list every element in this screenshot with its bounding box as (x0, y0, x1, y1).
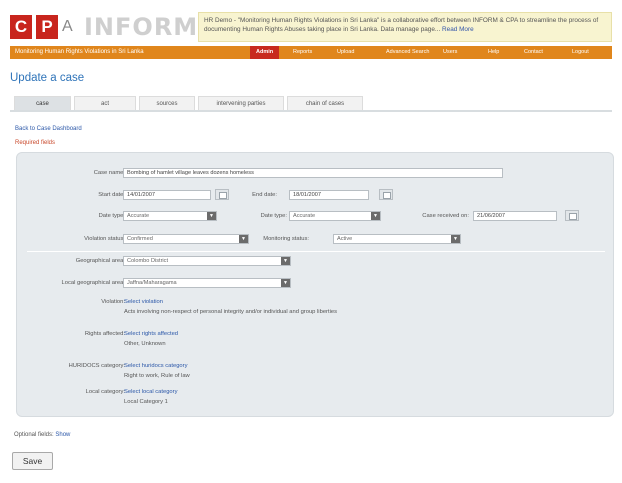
violation-status-value: Confirmed (127, 236, 153, 242)
tab-act[interactable]: act (74, 96, 136, 111)
nav-item-admin[interactable]: Admin (250, 46, 280, 59)
optional-fields-row: Optional fields: Show (14, 432, 70, 438)
logo-letter-p: P (36, 15, 58, 39)
violation-status-label: Violation status: (84, 236, 125, 242)
rights-affected-label: Rights affected: (84, 331, 125, 337)
violation-label: Violation: (101, 299, 125, 305)
tab-underline (10, 110, 612, 112)
chevron-down-icon: ▼ (371, 212, 380, 220)
geo-area-label: Geographical area: (75, 258, 125, 264)
local-geo-area-value: Jaffna/Maharagama (127, 280, 177, 286)
geo-area-value: Colombo District (127, 258, 169, 264)
nav-item-advanced-search[interactable]: Advanced Search (386, 46, 429, 59)
monitoring-status-label: Monitoring status: (263, 236, 309, 242)
violation-status-select[interactable]: Confirmed ▼ (123, 234, 249, 244)
required-fields-note: Required fields (15, 140, 56, 146)
rights-affected-value: Other, Unknown (124, 341, 166, 347)
ticker-text: HR Demo - "Monitoring Human Rights Viola… (204, 17, 599, 33)
geo-area-select[interactable]: Colombo District ▼ (123, 256, 291, 266)
optional-fields-label: Optional fields: (14, 432, 54, 438)
case-received-calendar-icon[interactable] (565, 210, 579, 221)
nav-item-users[interactable]: Users (443, 46, 457, 59)
form-divider (27, 251, 605, 252)
date-type-label: Date type: (98, 213, 125, 219)
select-huridocs-category-link[interactable]: Select huridocs category (124, 363, 187, 369)
announcement-ticker: HR Demo - "Monitoring Human Rights Viola… (198, 12, 612, 42)
logo-letter-c: C (10, 15, 32, 39)
violation-value: Acts involving non-respect of personal i… (124, 309, 337, 315)
tab-intervening-parties[interactable]: intervening parties (198, 96, 284, 111)
page-title: Update a case (10, 72, 85, 84)
case-name-label: Case name: (93, 170, 125, 176)
save-button[interactable]: Save (12, 452, 53, 470)
logo-inform: INFORM (84, 13, 199, 41)
select-rights-affected-link[interactable]: Select rights affected (124, 331, 178, 337)
main-nav-bar: Monitoring Human Rights Violations in Sr… (10, 46, 612, 59)
nav-item-upload[interactable]: Upload (337, 46, 354, 59)
back-to-dashboard-link[interactable]: Back to Case Dashboard (15, 126, 82, 132)
monitoring-status-select[interactable]: Active ▼ (333, 234, 461, 244)
select-violation-link[interactable]: Select violation (124, 299, 163, 305)
end-date-type-value: Accurate (293, 213, 316, 219)
tab-chain-of-cases[interactable]: chain of cases (287, 96, 363, 111)
optional-fields-show-link[interactable]: Show (55, 432, 70, 438)
local-geo-area-select[interactable]: Jaffna/Maharagama ▼ (123, 278, 291, 288)
nav-item-logout[interactable]: Logout (572, 46, 589, 59)
case-form: Case name: Bombing of hamlet village lea… (16, 152, 614, 417)
nav-subtitle: Monitoring Human Rights Violations in Sr… (15, 49, 144, 55)
end-date-type-label: Date type: (260, 213, 287, 219)
end-date-input[interactable]: 18/01/2007 (289, 190, 369, 200)
local-category-label: Local category: (85, 389, 125, 395)
end-date-calendar-icon[interactable] (379, 189, 393, 200)
start-date-input[interactable]: 14/01/2007 (123, 190, 211, 200)
nav-item-help[interactable]: Help (488, 46, 499, 59)
monitoring-status-value: Active (337, 236, 353, 242)
end-date-label: End date: (252, 192, 277, 198)
huridocs-category-value: Right to work, Rule of law (124, 373, 190, 379)
tab-sources[interactable]: sources (139, 96, 195, 111)
date-type-value: Accurate (127, 213, 150, 219)
chevron-down-icon: ▼ (281, 279, 290, 287)
end-date-type-select[interactable]: Accurate ▼ (289, 211, 381, 221)
chevron-down-icon: ▼ (239, 235, 248, 243)
local-geo-area-label: Local geographical area: (61, 280, 126, 286)
date-type-select[interactable]: Accurate ▼ (123, 211, 217, 221)
logo-letter-a: A (62, 18, 73, 35)
select-local-category-link[interactable]: Select local category (124, 389, 178, 395)
chevron-down-icon: ▼ (281, 257, 290, 265)
chevron-down-icon: ▼ (207, 212, 216, 220)
huridocs-category-label: HURIDOCS category: (68, 363, 125, 369)
case-received-input[interactable]: 21/06/2007 (473, 211, 557, 221)
start-date-calendar-icon[interactable] (215, 189, 229, 200)
start-date-label: Start date: (98, 192, 125, 198)
case-tabs: case act sources intervening parties cha… (10, 96, 612, 111)
case-name-input[interactable]: Bombing of hamlet village leaves dozens … (123, 168, 503, 178)
tab-case[interactable]: case (14, 96, 71, 111)
nav-item-reports[interactable]: Reports (293, 46, 312, 59)
ticker-read-more-link[interactable]: Read More (442, 26, 474, 33)
chevron-down-icon: ▼ (451, 235, 460, 243)
local-category-value: Local Category 1 (124, 399, 168, 405)
case-received-label: Case received on: (422, 213, 469, 219)
nav-item-contact[interactable]: Contact (524, 46, 543, 59)
